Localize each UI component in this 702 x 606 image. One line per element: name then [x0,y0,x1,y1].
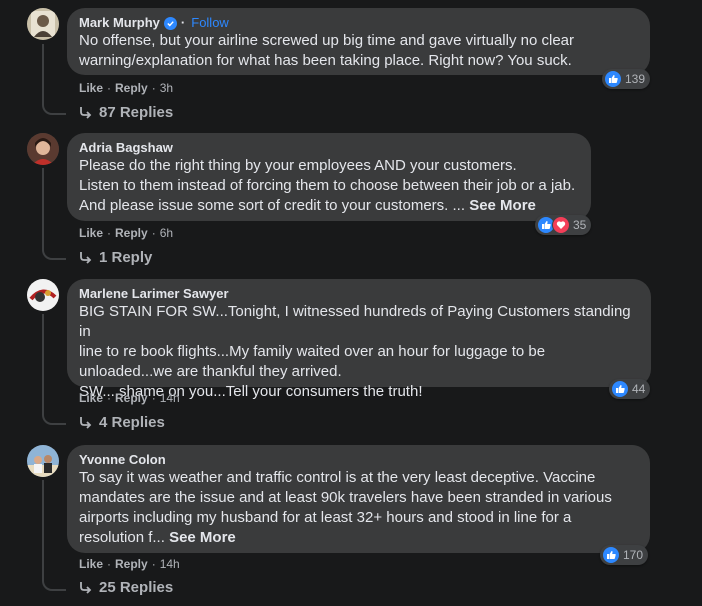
comment-actions: Like · Reply · 3h [79,81,174,95]
love-heart-icon [552,216,570,234]
view-replies-link[interactable]: 25 Replies [79,579,173,596]
reply-arrow-icon [80,251,92,264]
comment-bubble: Mark Murphy · Follow No offense, but you… [67,8,650,75]
like-thumb-icon [602,546,620,564]
comment-text: BIG STAIN FOR SW...Tonight, I witnessed … [79,303,631,400]
avatar-yvonne-colon[interactable] [27,445,59,477]
see-more-link[interactable]: See More [169,529,236,546]
reaction-count: 139 [625,72,646,86]
author-name[interactable]: Adria Bagshaw [79,140,173,156]
view-replies-link[interactable]: 4 Replies [79,414,165,431]
reaction-summary[interactable]: 44 [609,379,651,399]
comment-bubble: Marlene Larimer Sawyer BIG STAIN FOR SW.… [67,279,651,400]
reaction-summary[interactable]: 170 [600,545,649,565]
reply-link[interactable]: Reply [115,81,148,95]
comment-text: No offense, but your airline screwed up … [79,32,574,69]
like-thumb-icon [611,380,629,398]
view-replies-link[interactable]: 87 Replies [79,104,173,121]
see-more-link[interactable]: See More [469,197,536,214]
comment-bubble: Yvonne Colon To say it was weather and t… [67,445,650,553]
reaction-count: 44 [632,382,646,396]
author-name[interactable]: Marlene Larimer Sawyer [79,286,229,302]
reaction-count: 35 [573,218,587,232]
timestamp[interactable]: 6h [160,226,173,240]
avatar-marlene-larimer-sawyer[interactable] [27,279,59,311]
reply-link[interactable]: Reply [115,557,148,571]
reaction-count: 170 [623,548,644,562]
avatar-mark-murphy[interactable] [27,8,59,40]
like-thumb-icon [604,70,622,88]
timestamp[interactable]: 3h [160,81,173,95]
verified-badge-icon [163,16,177,30]
reply-arrow-icon [80,416,92,429]
comment-actions: Like · Reply · 14h [79,557,180,571]
avatar-adria-bagshaw[interactable] [27,133,59,165]
timestamp[interactable]: 14h [160,391,180,405]
reply-arrow-icon [80,106,92,119]
reaction-summary[interactable]: 35 [535,215,592,235]
comment-actions: Like · Reply · 14h [79,391,180,405]
reaction-summary[interactable]: 139 [602,69,651,89]
comment-text: To say it was weather and traffic contro… [79,469,612,546]
like-link[interactable]: Like [79,391,103,405]
comment-actions: Like · Reply · 6h [79,226,174,240]
reply-arrow-icon [80,581,92,594]
follow-button[interactable]: Follow [191,15,229,31]
author-name[interactable]: Yvonne Colon [79,452,166,468]
reply-link[interactable]: Reply [115,226,148,240]
like-link[interactable]: Like [79,557,103,571]
like-link[interactable]: Like [79,226,103,240]
comment-text: Please do the right thing by your employ… [79,157,576,214]
like-link[interactable]: Like [79,81,103,95]
comment-bubble: Adria Bagshaw Please do the right thing … [67,133,591,221]
timestamp[interactable]: 14h [160,557,180,571]
view-replies-link[interactable]: 1 Reply [79,249,152,266]
author-name[interactable]: Mark Murphy [79,15,160,31]
reply-link[interactable]: Reply [115,391,148,405]
